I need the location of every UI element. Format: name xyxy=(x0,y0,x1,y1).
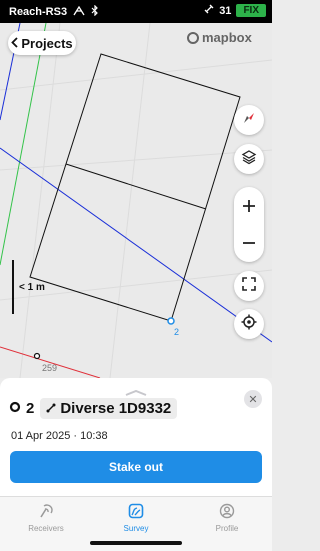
compass-icon xyxy=(242,111,256,130)
point-name-pill: Diverse 1D9332 xyxy=(40,398,178,419)
compass-button[interactable] xyxy=(234,105,264,135)
antenna-icon xyxy=(73,5,85,19)
scale-label: < 1 m xyxy=(19,282,45,293)
bluetooth-icon xyxy=(91,4,99,19)
tab-profile-label: Profile xyxy=(215,524,239,533)
projects-back-button[interactable]: Projects xyxy=(8,31,76,55)
zoom-out-icon xyxy=(242,230,256,256)
zoom-out-button[interactable] xyxy=(234,224,264,261)
other-point-label: 259 xyxy=(42,363,58,373)
point-icon xyxy=(9,400,21,417)
point-number: 2 xyxy=(26,400,35,417)
survey-icon xyxy=(128,503,144,521)
status-bar: Reach-RS3 31 FIX xyxy=(0,0,272,23)
zoom-in-button[interactable] xyxy=(234,187,264,224)
tab-profile[interactable]: Profile xyxy=(187,503,267,533)
projects-label: Projects xyxy=(21,35,73,51)
point-title: 2 Diverse 1D9332 xyxy=(9,398,178,419)
mapbox-logo: mapbox xyxy=(187,30,252,45)
layers-button[interactable] xyxy=(234,144,264,174)
stake-out-button[interactable]: Stake out xyxy=(10,451,262,483)
locate-button[interactable] xyxy=(234,309,264,339)
locate-icon xyxy=(241,314,257,335)
tab-survey-label: Survey xyxy=(123,524,149,533)
fullscreen-button[interactable] xyxy=(234,271,264,301)
survey-point-label: 2 xyxy=(174,327,180,337)
map-view[interactable]: 2 259 xyxy=(0,23,272,378)
mapbox-label: mapbox xyxy=(202,30,252,45)
line-icon xyxy=(46,400,56,417)
tab-receivers[interactable]: Receivers xyxy=(6,503,86,533)
profile-icon xyxy=(219,503,235,521)
receivers-icon xyxy=(38,503,54,521)
point-name: Diverse 1D9332 xyxy=(60,400,172,417)
point-datetime: 01 Apr 2025 · 10:38 xyxy=(11,430,108,442)
device-name: Reach-RS3 xyxy=(9,6,68,18)
chevron-up-icon[interactable] xyxy=(124,383,148,396)
close-button[interactable]: ✕ xyxy=(244,390,262,408)
zoom-in-icon xyxy=(242,193,256,219)
tab-survey[interactable]: Survey xyxy=(96,503,176,533)
zoom-controls xyxy=(234,187,264,262)
tab-receivers-label: Receivers xyxy=(28,524,64,533)
satellite-icon xyxy=(204,4,214,17)
home-indicator xyxy=(90,541,182,545)
fix-badge: FIX xyxy=(236,4,266,17)
satellite-count: 31 xyxy=(219,4,232,17)
fullscreen-icon xyxy=(242,276,256,296)
chevron-left-icon xyxy=(11,36,18,51)
mapbox-icon xyxy=(187,31,199,44)
layers-icon xyxy=(241,149,257,170)
close-icon: ✕ xyxy=(248,393,258,406)
